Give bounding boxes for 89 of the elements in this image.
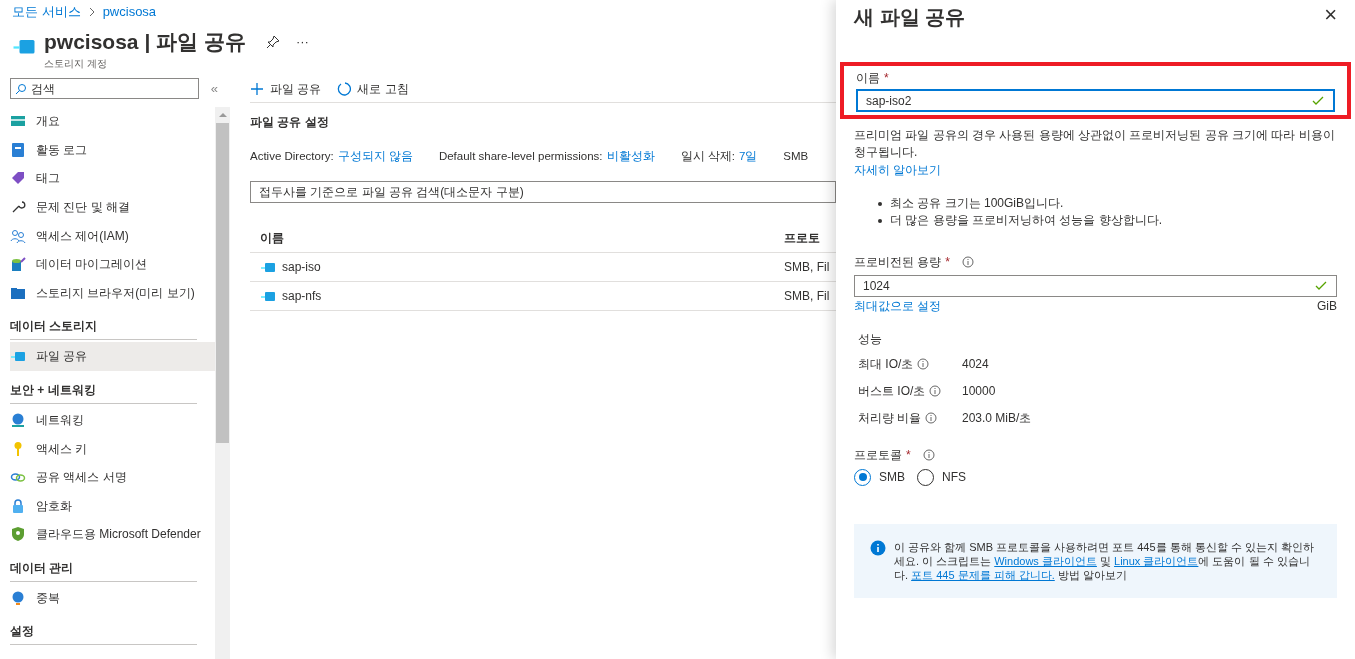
info-link[interactable]: Linux 클라이언트 — [1114, 555, 1199, 567]
table-cell-text: SMB, Fil — [784, 259, 830, 277]
unit-label: GiB — [1317, 298, 1337, 315]
section-heading: 보안 + 네트워킹 — [10, 382, 96, 397]
radio-option[interactable]: NFS — [917, 468, 966, 486]
capacity-field[interactable]: 1024 — [854, 275, 1337, 297]
field-label: 프로토콜 — [854, 447, 902, 464]
people-icon — [10, 227, 26, 244]
info-link[interactable]: Windows 클라이언트 — [994, 555, 1097, 567]
sidebar-item[interactable]: 공유 액세스 서명 — [10, 462, 215, 492]
sidebar-item[interactable]: 개요 — [10, 107, 215, 136]
bullet-text: 더 많은 용량을 프로비저닝하여 성능을 향상합니다. — [878, 212, 1337, 229]
plus-icon — [250, 81, 264, 96]
field-label: 프로비전된 용량 — [854, 254, 942, 271]
refresh-button[interactable]: 새로 고침 — [337, 79, 409, 98]
panel-title: 새 파일 공유 — [854, 5, 966, 30]
page-title: pwcisosa | 파일 공유 — [44, 29, 246, 55]
bullet-text: 최소 공유 크기는 100GiB입니다. — [878, 195, 1337, 212]
setting-link[interactable]: 비활성화 — [606, 148, 655, 166]
sidebar-item[interactable]: 스토리지 브라우저(미리 보기) — [10, 278, 215, 308]
pin-icon[interactable] — [265, 35, 280, 49]
info-icon — [925, 412, 938, 424]
sidebar-item[interactable]: 클라우드용 Microsoft Defender — [10, 520, 215, 549]
section-heading: 파일 공유 설정 — [250, 114, 329, 131]
share-link[interactable]: sap-iso — [282, 258, 321, 277]
metric-label: 최대 IO/초 — [858, 356, 914, 373]
max-value-link[interactable]: 최대값으로 설정 — [854, 297, 942, 315]
scroll-up-icon[interactable] — [218, 111, 227, 119]
metric-label: 버스트 IO/초 — [858, 383, 926, 400]
required-mark: * — [884, 70, 889, 87]
lock-icon — [10, 497, 26, 514]
collapse-button[interactable]: « — [210, 78, 218, 99]
sidebar-item[interactable]: 중복 — [10, 583, 215, 613]
scrollbar[interactable] — [215, 107, 230, 659]
field-label: 이름 — [856, 70, 880, 87]
page-subtitle: 스토리지 계정 — [44, 57, 108, 71]
section-heading: 데이터 관리 — [10, 560, 74, 575]
sidebar-item[interactable]: 액세스 키 — [10, 434, 215, 463]
sidebar-item[interactable]: 네트워킹 — [10, 405, 215, 435]
radio-option[interactable]: SMB — [854, 468, 905, 486]
required-mark: * — [906, 447, 911, 464]
sidebar-item[interactable]: 문제 진단 및 해결 — [10, 192, 215, 222]
metric-value: 203.0 MiB/초 — [962, 410, 1032, 427]
sidebar-item[interactable]: 파일 공유 — [10, 342, 215, 371]
search-icon — [15, 82, 27, 95]
more-button[interactable]: ··· — [295, 32, 309, 52]
sidebar-item[interactable]: 활동 로그 — [10, 135, 215, 165]
section-heading: 데이터 스토리지 — [10, 319, 98, 334]
sidebar-item[interactable]: 태그 — [10, 164, 215, 193]
filter-field[interactable]: 접두사를 기준으로 파일 공유 검색(대소문자 구분) — [250, 181, 836, 204]
setting-label: Default share-level permissions: — [438, 149, 603, 164]
metric-value: 4024 — [962, 356, 989, 373]
share-link[interactable]: sap-nfs — [282, 287, 322, 306]
setting-link[interactable]: 구성되지 않음 — [337, 148, 413, 166]
setting-label: 일시 삭제: — [680, 149, 735, 164]
bucket-icon — [10, 256, 26, 273]
breadcrumb-link[interactable]: 모든 서비스 — [12, 2, 81, 22]
search-field[interactable]: 검색 — [10, 78, 199, 99]
breadcrumb-link[interactable]: pwcisosa — [102, 2, 157, 22]
setting-label: SMB — [783, 149, 809, 164]
pricing-note: 프리미엄 파일 공유의 경우 사용된 용량에 상관없이 프로비저닝된 공유 크기에 따라 비용이 청구됩니다. — [854, 127, 1336, 161]
shield-icon — [10, 526, 26, 543]
metric-label: 처리량 비율 — [858, 410, 922, 427]
info-icon — [870, 540, 886, 556]
info-icon — [962, 256, 974, 268]
column-header[interactable]: 프로토 — [784, 228, 820, 247]
info-icon — [917, 358, 930, 370]
sidebar-item[interactable]: 암호화 — [10, 491, 215, 521]
add-button[interactable]: 파일 공유 — [250, 79, 322, 98]
setting-link[interactable]: 7일 — [738, 148, 758, 166]
required-mark: * — [945, 254, 950, 271]
log-icon — [10, 141, 26, 158]
refresh-icon — [337, 81, 352, 96]
metric-value: 10000 — [962, 383, 996, 400]
close-button[interactable]: × — [1324, 4, 1337, 26]
name-field[interactable]: sap-iso2 — [856, 89, 1335, 112]
setting-label: Active Directory: — [250, 149, 334, 164]
learn-more-link[interactable]: 자세히 알아보기 — [854, 161, 942, 179]
section-heading: 성능 — [858, 331, 882, 348]
section-heading: 설정 — [10, 624, 34, 639]
info-icon — [929, 385, 942, 397]
table-cell-text: SMB, Fil — [784, 288, 830, 306]
info-icon — [922, 449, 935, 461]
tag-icon — [10, 170, 26, 187]
sidebar-item[interactable]: 액세스 제어(IAM) — [10, 221, 215, 250]
info-text: 이 공유와 함께 SMB 프로토콜을 사용하려면 포트 445를 통해 통신할 수 있는지 확인하세요. 이 스크립트는 Windows 클라이언트 및 Linux 클라이언트에 도움이 될 수 있습니다. 포트 445 문제를 피해 갑니다. 방법 알아보기 — [894, 540, 1315, 582]
sidebar-item[interactable]: 데이터 마이그레이션 — [10, 249, 215, 279]
info-link[interactable]: 포트 445 문제를 피해 갑니다. — [911, 569, 1055, 581]
column-header[interactable]: 이름 — [250, 228, 784, 247]
